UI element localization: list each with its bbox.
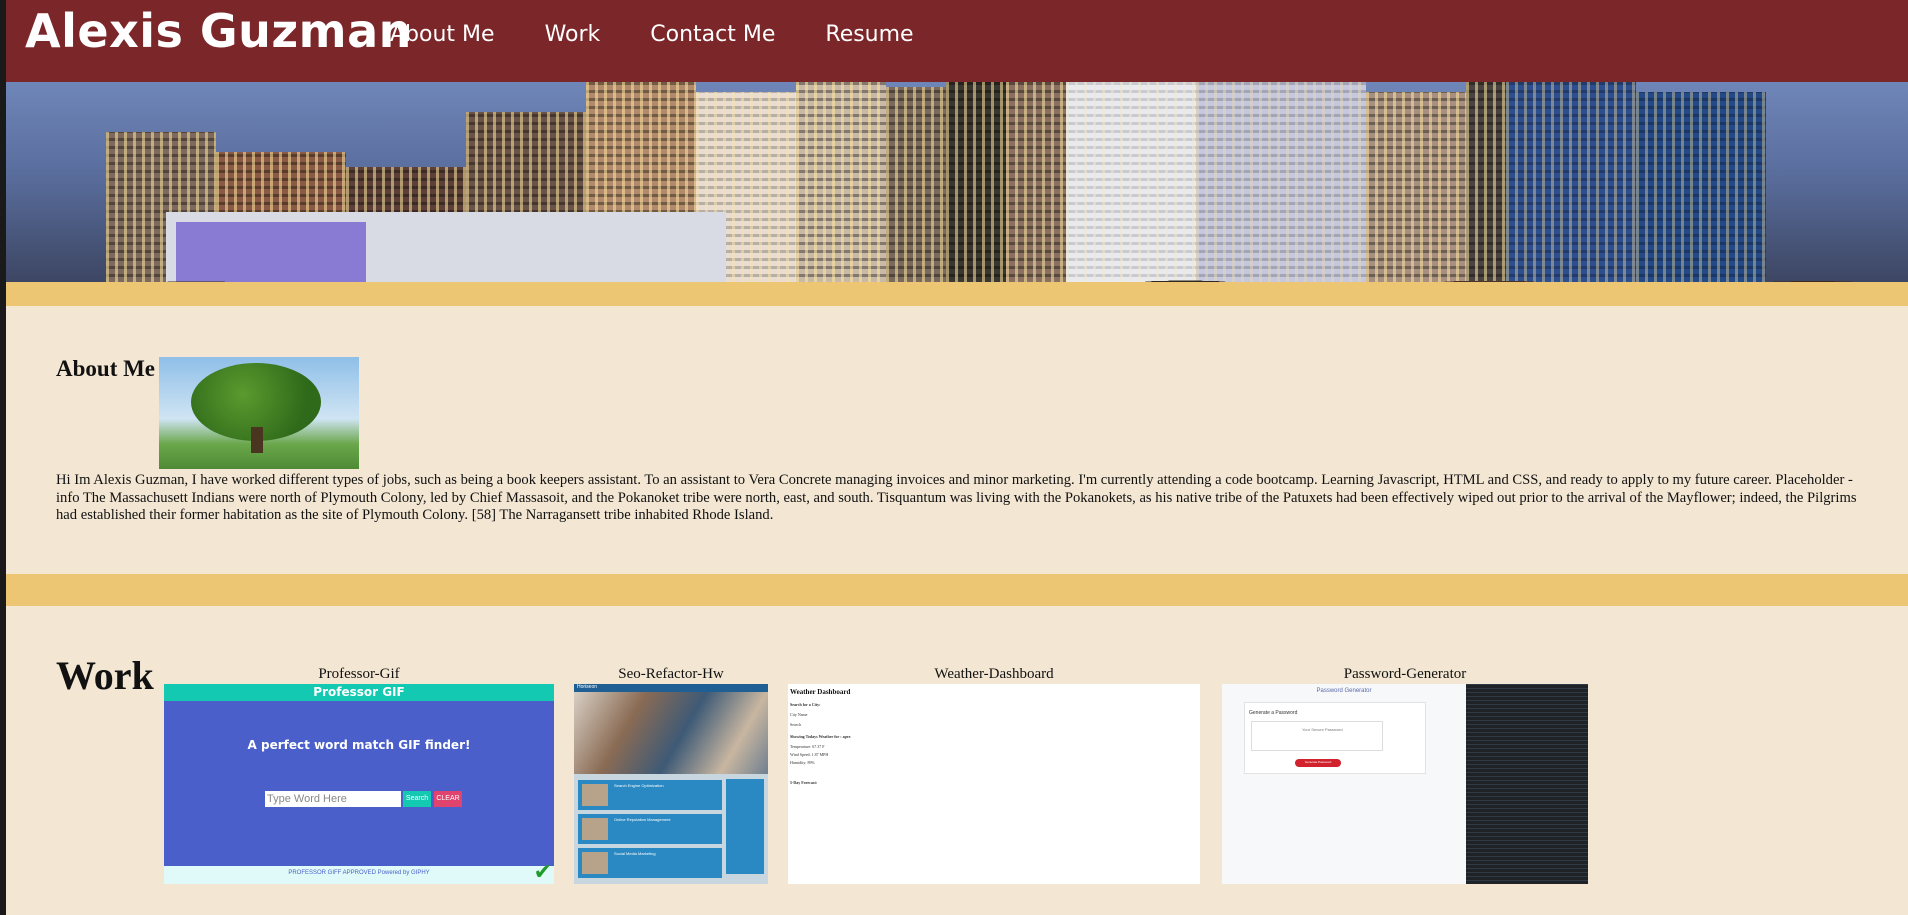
oak-tree-image: [159, 357, 359, 469]
project-screenshot[interactable]: Weather Dashboard Search for a City: Cit…: [788, 684, 1200, 884]
project-screenshot[interactable]: Horiseon Search Engine Optimization Onli…: [574, 684, 768, 884]
nav-resume[interactable]: Resume: [825, 22, 913, 47]
portfolio-page: Alexis Guzman About Me Work Contact Me R…: [6, 0, 1908, 915]
project-caption[interactable]: Professor-Gif: [164, 666, 554, 684]
site-header: Alexis Guzman About Me Work Contact Me R…: [6, 0, 1908, 82]
screenshot-line: Search for a City:: [790, 702, 821, 707]
screenshot-footer: PROFESSOR GIFF APPROVED Powered by GIPHY: [288, 870, 430, 876]
screenshot-header: Professor GIF: [313, 685, 405, 699]
screenshot-card: Online Reputation Management: [614, 817, 671, 822]
screenshot-card-title: Generate a Password: [1249, 710, 1298, 716]
main-nav: About Me Work Contact Me Resume: [390, 22, 964, 47]
divider-band: [6, 282, 1908, 306]
site-brand[interactable]: Alexis Guzman: [25, 4, 412, 58]
city-skyline-image: [6, 82, 1908, 282]
project-screenshot[interactable]: Password Generator Generate a Password Y…: [1222, 684, 1588, 884]
about-text: Hi Im Alexis Guzman, I have worked diffe…: [56, 472, 1857, 523]
project-caption[interactable]: Password-Generator: [1222, 666, 1588, 684]
screenshot-search-button: Search: [403, 791, 431, 807]
screenshot-line: Showing Todays Weather for : apex: [790, 734, 851, 739]
screenshot-line: Humidity: 89%: [790, 760, 815, 765]
screenshot-line: 5-Day Forecast:: [790, 780, 818, 785]
screenshot-line: Temperature: 67.37 F: [790, 744, 825, 749]
project-screenshot[interactable]: Professor GIF A perfect word match GIF f…: [164, 684, 554, 884]
project-professor-gif[interactable]: Professor-Gif Professor GIF A perfect wo…: [164, 666, 554, 884]
project-seo-refactor-hw[interactable]: Seo-Refactor-Hw Horiseon Search Engine O…: [574, 666, 768, 884]
project-weather-dashboard[interactable]: Weather-Dashboard Weather Dashboard Sear…: [788, 666, 1200, 884]
about-title: About Me: [56, 356, 156, 381]
work-title: Work: [56, 653, 154, 698]
screenshot-placeholder: Your Secure Password: [1302, 727, 1343, 732]
screenshot-line: Wind Speed: 1.87 MPH: [790, 752, 829, 757]
screenshot-button: Generate Password: [1304, 760, 1332, 764]
nav-about-me[interactable]: About Me: [390, 22, 495, 47]
project-caption[interactable]: Weather-Dashboard: [788, 666, 1200, 684]
nav-contact-me[interactable]: Contact Me: [650, 22, 775, 47]
nav-work[interactable]: Work: [545, 22, 601, 47]
screenshot-tagline: A perfect word match GIF finder!: [247, 738, 471, 752]
screenshot-nav: Horiseon: [577, 684, 598, 690]
screenshot-input: Type Word Here: [265, 791, 401, 807]
code-editor-panel: [1466, 684, 1588, 884]
screenshot-title: Password Generator: [1316, 688, 1372, 694]
project-password-generator[interactable]: Password-Generator Password Generator Ge…: [1222, 666, 1588, 884]
screenshot-clear-button: CLEAR: [434, 791, 462, 807]
screenshot-card: Social Media Marketing: [614, 851, 656, 856]
checkmark-icon: ✔: [533, 859, 552, 884]
screenshot-line: City Name: [790, 712, 808, 717]
screenshot-title: Weather Dashboard: [790, 688, 851, 696]
project-caption[interactable]: Seo-Refactor-Hw: [574, 666, 768, 684]
divider-band: [6, 574, 1908, 606]
screenshot-line: Search: [790, 722, 801, 727]
screenshot-card: Search Engine Optimization: [614, 783, 664, 788]
